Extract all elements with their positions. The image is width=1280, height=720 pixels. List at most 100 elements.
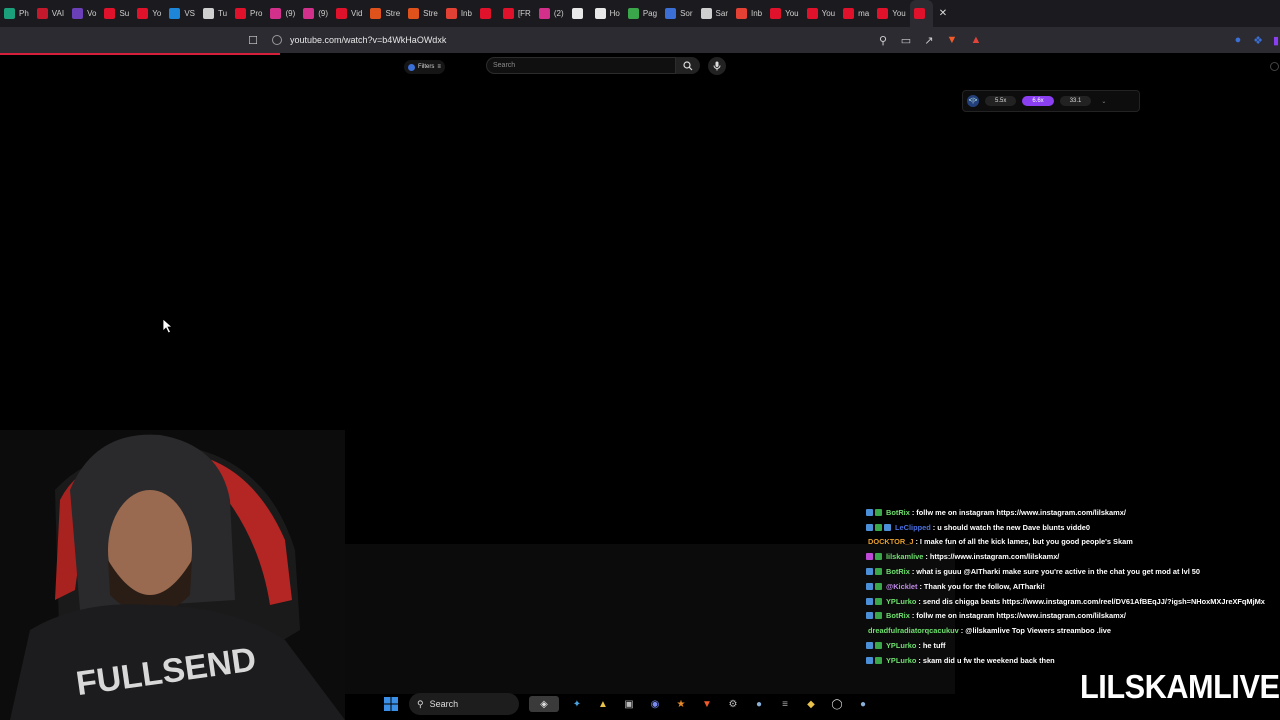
steam-icon-2[interactable]: ●	[855, 696, 871, 712]
microphone-icon	[713, 61, 721, 71]
tab-favicon-icon	[877, 8, 889, 19]
browser-tab[interactable]: You	[803, 0, 840, 27]
tab-label: Ho	[609, 9, 620, 18]
tab-favicon-icon	[169, 8, 181, 19]
browser-tab[interactable]: Vo	[68, 0, 100, 27]
brave-rewards-icon[interactable]: ▲	[968, 32, 984, 48]
chat-badge-icon	[866, 553, 873, 561]
browser-tab[interactable]: Vid	[332, 0, 366, 27]
taskbar-search[interactable]: ⚲ Search	[409, 693, 519, 715]
steam-icon[interactable]: ●	[751, 696, 767, 712]
tab-label: [FR	[517, 9, 531, 18]
chat-username: BotRix	[886, 567, 910, 577]
sliders-icon: ≡	[437, 64, 441, 70]
chat-username: YPLurko	[886, 655, 917, 665]
browser-tab[interactable]: Inb	[442, 0, 476, 27]
zoom-icon[interactable]: ⚲	[875, 32, 891, 48]
discord-icon[interactable]: ◉	[647, 696, 663, 712]
browser-tab[interactable]: Sor	[661, 0, 696, 27]
browser-tab[interactable]: (9)	[299, 0, 332, 27]
browser-tab[interactable]	[568, 0, 591, 27]
chat-message: BotRix: follw me on instagram https://www…	[866, 505, 1280, 520]
bluestacks-icon[interactable]: ◆	[803, 696, 819, 712]
profile-avatar[interactable]	[1270, 62, 1279, 71]
app-icon[interactable]: ★	[673, 696, 689, 712]
chat-username: BotRix	[886, 611, 910, 621]
speed-option-1[interactable]: 5.5x	[985, 96, 1017, 106]
chat-message: YPLurko: send dis chigga beats https://ww…	[866, 594, 1280, 609]
chat-message: BotRix: what is guuu @AITharki make sure …	[866, 564, 1280, 579]
app-icon-3[interactable]: ◯	[829, 696, 845, 712]
browser-tab[interactable]: Pro	[231, 0, 266, 27]
tab-favicon-icon	[700, 8, 712, 19]
bookmark-icon[interactable]: ☐	[245, 32, 261, 48]
youtube-search-input[interactable]: Search	[486, 57, 676, 74]
voice-search-button[interactable]	[708, 57, 726, 75]
taskbar-search-label: Search	[429, 699, 459, 709]
browser-tab[interactable]: Stre	[404, 0, 442, 27]
browser-tab[interactable]: Sar	[697, 0, 732, 27]
browser-tab[interactable]: VAI	[33, 0, 68, 27]
browser-tab[interactable]: ma	[839, 0, 873, 27]
copilot-icon[interactable]: ✦	[569, 696, 585, 712]
settings-icon[interactable]: ⚙	[725, 696, 741, 712]
browser-tab[interactable]: Stre	[366, 0, 404, 27]
chat-badge-icon	[866, 656, 873, 664]
tab-label: Vo	[87, 9, 97, 18]
chat-badge-icon	[875, 656, 882, 664]
share-icon[interactable]: ↗	[921, 32, 937, 48]
extension-icon[interactable]: ●	[1230, 32, 1246, 48]
filters-label: Filters	[418, 64, 435, 70]
browser-tab[interactable]: Tu	[199, 0, 231, 27]
file-explorer-icon[interactable]: ▲	[595, 696, 611, 712]
store-icon[interactable]: ▣	[621, 696, 637, 712]
browser-tab[interactable]: Ph	[0, 0, 33, 27]
browser-tab[interactable]: You	[766, 0, 803, 27]
browser-tab[interactable]: (9)	[266, 0, 299, 27]
browser-tab[interactable]: Yo	[133, 0, 165, 27]
chat-message: @Kicklet: Thank you for the follow, AITha…	[866, 579, 1280, 594]
brave-browser-icon[interactable]: ▼	[699, 696, 715, 712]
wallet-icon[interactable]: ▮	[1268, 32, 1280, 48]
chat-badge-icon	[866, 523, 873, 531]
chat-badge-icon	[875, 508, 882, 516]
browser-tab[interactable]: Su	[100, 0, 133, 27]
widgets-icon[interactable]: ◈	[529, 696, 559, 712]
chat-separator: :	[918, 596, 921, 606]
browser-tab[interactable]	[476, 0, 499, 27]
chat-text: u should watch the new Dave blunts vidde…	[937, 522, 1090, 532]
browser-tab[interactable]: Inb	[732, 0, 766, 27]
filters-button[interactable]: Filters ≡	[404, 60, 445, 74]
site-info-icon[interactable]	[272, 35, 282, 45]
browser-tab[interactable]: Pag	[624, 0, 661, 27]
brave-shield-icon[interactable]: ▼	[944, 32, 960, 48]
chevron-down-icon[interactable]: ⌄	[1101, 98, 1106, 105]
tab-label: Pro	[250, 9, 263, 18]
chat-username: YPLurko	[886, 641, 917, 651]
chat-message: YPLurko: skam did u fw the weekend back t…	[866, 653, 1280, 668]
cast-icon[interactable]: ▭	[898, 32, 914, 48]
leo-ai-icon[interactable]: ❖	[1250, 32, 1266, 48]
tab-favicon-icon	[571, 8, 583, 19]
windows-start-icon[interactable]	[383, 696, 399, 712]
browser-tab[interactable]: Ho	[591, 0, 624, 27]
browser-tab[interactable]	[909, 0, 933, 27]
speed-option-2[interactable]: 6.6x	[1022, 96, 1054, 106]
browser-tab[interactable]: VS	[165, 0, 199, 27]
app-icon-2[interactable]: ≡	[777, 696, 793, 712]
chat-badge-icon	[884, 523, 891, 531]
search-button[interactable]	[676, 57, 700, 74]
stream-chat-overlay: BotRix: follw me on instagram https://www…	[866, 505, 1280, 668]
speed-option-3[interactable]: 33.1	[1059, 96, 1092, 106]
tab-favicon-icon	[303, 8, 315, 19]
chat-text: skam did u fw the weekend back then	[922, 655, 1055, 665]
browser-tab[interactable]: (2)	[535, 0, 568, 27]
browser-tab[interactable]: [FR	[499, 0, 535, 27]
chat-badge-icon	[875, 642, 882, 650]
mouse-cursor-icon	[162, 318, 174, 334]
browser-tab[interactable]: You	[873, 0, 910, 27]
chat-badge-icon	[866, 582, 873, 590]
close-tab-icon[interactable]: ✕	[939, 8, 947, 19]
tab-favicon-icon	[735, 8, 747, 19]
chat-badge-icon	[875, 612, 882, 620]
